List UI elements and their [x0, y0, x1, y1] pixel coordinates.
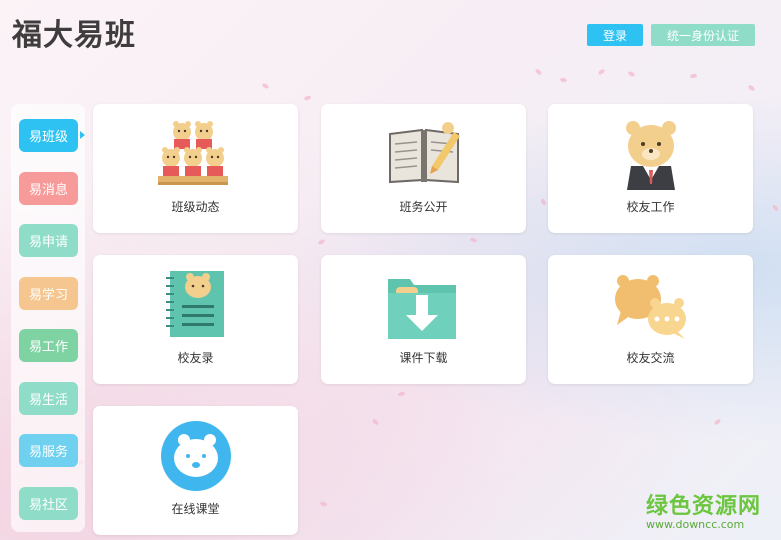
open-book-icon [388, 122, 460, 184]
petal [317, 238, 326, 246]
petal [540, 197, 547, 207]
petal [319, 501, 328, 507]
card-class-news[interactable]: 班级动态 [93, 104, 298, 233]
sidebar-item-study[interactable]: 易学习 [19, 277, 78, 310]
petal [771, 204, 780, 212]
folder-download-icon [387, 279, 456, 339]
bear-circle-icon [160, 421, 231, 491]
sidebar-item-class[interactable]: 易班级 [19, 119, 78, 152]
card-online-classroom[interactable]: 在线课堂 [93, 406, 298, 535]
card-label: 校友工作 [626, 200, 675, 214]
card-label: 班务公开 [399, 200, 448, 214]
petal [534, 68, 543, 76]
unified-auth-button[interactable]: 统一身份认证 [651, 24, 755, 46]
sidebar-item-work[interactable]: 易工作 [19, 329, 78, 362]
site-watermark: 绿色资源网 www.downcc.com [646, 488, 761, 531]
watermark-title: 绿色资源网 [646, 494, 762, 519]
card-alumni-directory[interactable]: 校友录 [93, 255, 298, 384]
login-button[interactable]: 登录 [587, 24, 643, 46]
petal [371, 418, 380, 426]
petal [713, 418, 722, 426]
petal [689, 73, 698, 79]
card-label: 在线课堂 [171, 502, 220, 516]
petal [469, 236, 478, 244]
petal [597, 68, 606, 76]
petal [559, 77, 568, 83]
petal [747, 84, 756, 92]
card-alumni-chat[interactable]: 校友交流 [548, 255, 753, 384]
card-class-affairs[interactable]: 班务公开 [321, 104, 526, 233]
bear-class-icon [157, 121, 228, 185]
sidebar-item-messages[interactable]: 易消息 [19, 172, 78, 205]
sidebar-item-life[interactable]: 易生活 [19, 382, 78, 415]
bear-suit-icon [625, 121, 676, 190]
chat-bubbles-icon [614, 275, 686, 339]
watermark-url: www.downcc.com [646, 518, 745, 531]
sidebar-nav: 易班级 易消息 易申请 易学习 易工作 易生活 易服务 易社区 [11, 104, 85, 532]
card-label: 课件下载 [399, 351, 448, 365]
card-alumni-work[interactable]: 校友工作 [548, 104, 753, 233]
petal [627, 70, 636, 78]
petal [303, 94, 312, 102]
petal [261, 82, 270, 90]
petal [397, 391, 406, 397]
notebook-icon [165, 271, 224, 337]
sidebar-item-service[interactable]: 易服务 [19, 434, 78, 467]
card-label: 校友录 [177, 351, 214, 365]
card-label: 班级动态 [171, 200, 220, 214]
active-indicator-arrow [80, 131, 85, 139]
site-logo[interactable]: 福大易班 [12, 10, 136, 54]
sidebar-item-community[interactable]: 易社区 [19, 487, 78, 520]
card-courseware-download[interactable]: 课件下载 [321, 255, 526, 384]
sidebar-item-apply[interactable]: 易申请 [19, 224, 78, 257]
card-label: 校友交流 [626, 351, 675, 365]
